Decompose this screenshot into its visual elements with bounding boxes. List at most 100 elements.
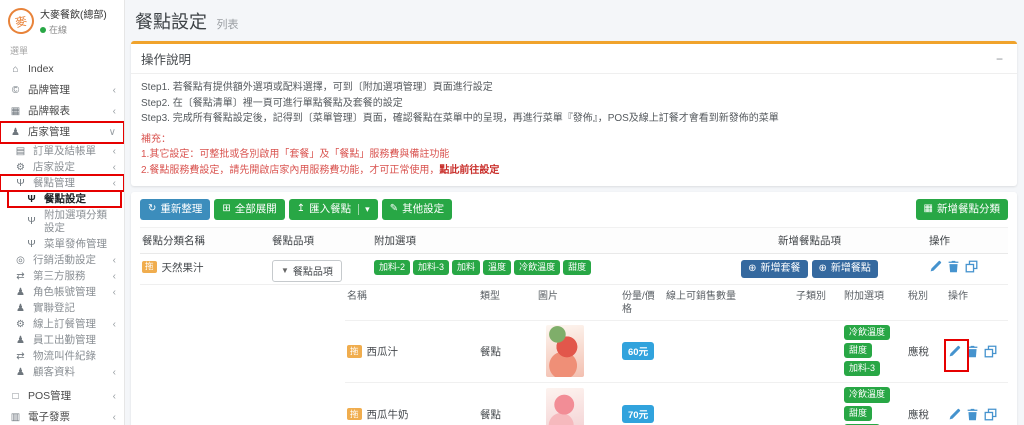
copy-category-icon[interactable] bbox=[965, 260, 978, 273]
sidebar-item-third-party-services[interactable]: ⇄ 第三方服務 ‹ bbox=[0, 268, 124, 284]
addon-tag: 加料-2 bbox=[374, 260, 410, 275]
meal-row: 拖 西瓜汁 餐點 60元 冷飲溫度甜度加料-3 應稅 bbox=[345, 321, 1008, 384]
delete-meal-icon[interactable] bbox=[966, 408, 979, 421]
sidebar-item-contact-registration[interactable]: ♟ 實聯登記 bbox=[0, 300, 124, 316]
sidebar-item-label: 線上訂餐管理 bbox=[33, 318, 96, 331]
page-header: 餐點設定 列表 bbox=[131, 5, 1017, 41]
chevron-icon: ‹ bbox=[113, 318, 116, 331]
other-settings-button[interactable]: ✎ 其他設定 bbox=[382, 199, 452, 220]
monitor-icon: □ bbox=[8, 390, 23, 403]
add-category-icon: ▦ bbox=[924, 203, 933, 215]
dropdown-caret-icon[interactable]: ▾ bbox=[358, 204, 370, 215]
sidebar-item-addon-option-category-settings[interactable]: Ψ 附加選項分類設定 bbox=[0, 207, 124, 236]
sidebar-item-label: 實聯登記 bbox=[33, 302, 75, 315]
import-meals-button[interactable]: ↥ 匯入餐點 ▾ bbox=[289, 199, 378, 220]
chevron-icon: ‹ bbox=[113, 177, 116, 190]
collapse-card-button[interactable]: − bbox=[992, 52, 1007, 66]
edit-category-icon[interactable] bbox=[929, 260, 942, 273]
sidebar-item-label: 附加選項分類設定 bbox=[44, 209, 116, 235]
sidebar-item-brand-reports[interactable]: ▦ 品牌報表 ‹ bbox=[0, 101, 124, 122]
chevron-icon: ‹ bbox=[113, 270, 116, 283]
exchange-icon: ⇄ bbox=[13, 270, 28, 283]
copy-meal-icon[interactable] bbox=[984, 408, 997, 421]
sidebar-item-label: 角色帳號管理 bbox=[33, 286, 96, 299]
sidebar-item-label: 訂單及結帳單 bbox=[33, 145, 96, 158]
sidebar-item-meal-settings[interactable]: Ψ 餐點設定 bbox=[8, 191, 121, 207]
sidebar-item-label: 餐點設定 bbox=[44, 193, 86, 206]
meal-items-dropdown[interactable]: ▼ 餐點品項 bbox=[272, 260, 342, 282]
addon-tag: 加料 bbox=[452, 260, 480, 275]
sidebar-item-brand-management[interactable]: © 品牌管理 ‹ bbox=[0, 80, 124, 101]
sidebar-item-label: 菜單發佈管理 bbox=[44, 238, 107, 251]
edit-meal-icon[interactable] bbox=[948, 408, 961, 421]
page-subtitle: 列表 bbox=[216, 19, 238, 31]
category-row: 拖 天然果汁 ▼ 餐點品項 加料-2加料-3加料溫度冷飲溫度甜度 ⊕ 新增套餐 bbox=[140, 254, 1008, 285]
chevron-icon: ‹ bbox=[113, 161, 116, 174]
addon-tag: 加料-3 bbox=[413, 260, 449, 275]
sidebar-item-label: Index bbox=[28, 63, 54, 76]
chevron-icon: ‹ bbox=[113, 390, 116, 403]
note-title: 補充： bbox=[141, 132, 1007, 148]
users-icon: ♟ bbox=[13, 302, 28, 315]
drag-handle[interactable]: 拖 bbox=[347, 345, 362, 357]
drag-handle[interactable]: 拖 bbox=[142, 261, 157, 273]
sidebar-item-e-invoice[interactable]: ▥ 電子發票 ‹ bbox=[0, 407, 124, 425]
category-table: 餐點分類名稱 餐點品項 附加選項 新增餐點品項 操作 拖 天然果汁 ▼ 餐點品項 bbox=[140, 227, 1008, 425]
edit-meal-icon[interactable] bbox=[948, 345, 961, 358]
dropdown-caret-icon: ▼ bbox=[281, 266, 289, 275]
app-window: 麥 大麥餐飲(總部) 在線 選單 ⌂ Index © 品牌管理 ‹ ▦ 品牌報表… bbox=[0, 0, 1024, 425]
sidebar-item-menu-publish-management[interactable]: Ψ 菜單發佈管理 bbox=[0, 236, 124, 252]
sidebar-item-orders-and-billing[interactable]: ▤ 訂單及結帳單 ‹ bbox=[0, 143, 124, 159]
target-icon: ◎ bbox=[13, 254, 28, 267]
col-actions: 操作 bbox=[927, 228, 1008, 253]
sidebar-item-label: 店家設定 bbox=[33, 161, 75, 174]
sidebar-item-index[interactable]: ⌂ Index bbox=[0, 59, 124, 80]
sidebar-item-label: 顧客資料 bbox=[33, 366, 75, 379]
addon-tag: 甜度 bbox=[844, 343, 872, 358]
tax-type: 應稅 bbox=[906, 344, 946, 359]
meal-type: 餐點 bbox=[478, 344, 536, 359]
refresh-icon: ↻ bbox=[148, 203, 156, 215]
add-meal-button[interactable]: ⊕ 新增餐點 bbox=[812, 260, 878, 278]
refresh-button[interactable]: ↻ 重新整理 bbox=[140, 199, 210, 220]
add-combo-button[interactable]: ⊕ 新增套餐 bbox=[741, 260, 807, 278]
sidebar-item-store-management[interactable]: ♟ 店家管理 ∨ bbox=[0, 122, 124, 143]
sidebar-item-employee-attendance-management[interactable]: ♟ 員工出勤管理 bbox=[0, 332, 124, 348]
chevron-icon: ‹ bbox=[113, 286, 116, 299]
sidebar-item-customer-data[interactable]: ♟ 顧客資料 ‹ bbox=[0, 364, 124, 380]
meal-addon-tags: 冷飲溫度甜度加料-3 bbox=[842, 387, 906, 425]
utensils-icon: Ψ bbox=[24, 238, 39, 251]
drag-handle[interactable]: 拖 bbox=[347, 408, 362, 420]
store-icon: ♟ bbox=[8, 126, 23, 139]
utensils-icon: Ψ bbox=[24, 193, 39, 206]
category-table-header: 餐點分類名稱 餐點品項 附加選項 新增餐點品項 操作 bbox=[140, 228, 1008, 254]
sidebar-item-store-settings[interactable]: ⚙ 店家設定 ‹ bbox=[0, 159, 124, 175]
main-content: 餐點設定 列表 操作說明 − Step1. 若餐點有提供額外選項或配料選擇，可到… bbox=[125, 0, 1024, 425]
add-category-button[interactable]: ▦ 新增餐點分類 bbox=[916, 199, 1008, 220]
sidebar-item-role-account-management[interactable]: ♟ 角色帳號管理 ‹ bbox=[0, 284, 124, 300]
brand-text: 大麥餐飲(總部) 在線 bbox=[40, 6, 107, 36]
sidebar-item-pos-management[interactable]: □ POS管理 ‹ bbox=[0, 386, 124, 407]
meal-row: 拖 西瓜牛奶 餐點 70元 冷飲溫度甜度加料-3 應稅 bbox=[345, 383, 1008, 425]
truck-icon: ⇄ bbox=[13, 350, 28, 363]
sidebar-item-label: 餐點管理 bbox=[33, 177, 75, 190]
expand-all-button[interactable]: ⊞ 全部展開 bbox=[214, 199, 284, 220]
chevron-icon: ∨ bbox=[109, 126, 116, 139]
sidebar-item-logistics-dispatch-records[interactable]: ⇄ 物流叫件紀錄 bbox=[0, 348, 124, 364]
goto-service-fee-settings-link[interactable]: 點此前往設定 bbox=[439, 165, 499, 176]
copy-meal-icon[interactable] bbox=[984, 345, 997, 358]
col-type: 類型 bbox=[478, 285, 536, 321]
delete-meal-icon[interactable] bbox=[966, 345, 979, 358]
sidebar-item-label: 員工出勤管理 bbox=[33, 334, 96, 347]
plus-circle-icon: ⊕ bbox=[748, 263, 756, 275]
chevron-icon: ‹ bbox=[113, 105, 116, 118]
sidebar-item-online-ordering-management[interactable]: ⚙ 線上訂餐管理 ‹ bbox=[0, 316, 124, 332]
sidebar-item-marketing-campaign-settings[interactable]: ◎ 行銷活動設定 ‹ bbox=[0, 252, 124, 268]
col-subcategory: 子類別 bbox=[794, 285, 842, 321]
meal-name: 西瓜牛奶 bbox=[367, 407, 409, 422]
delete-category-icon[interactable] bbox=[947, 260, 960, 273]
plus-circle-icon: ⊕ bbox=[819, 263, 827, 275]
table-icon: ▦ bbox=[8, 105, 23, 118]
sidebar-item-meal-management[interactable]: Ψ 餐點管理 ‹ bbox=[0, 175, 124, 191]
sidebar-item-label: 物流叫件紀錄 bbox=[33, 350, 96, 363]
